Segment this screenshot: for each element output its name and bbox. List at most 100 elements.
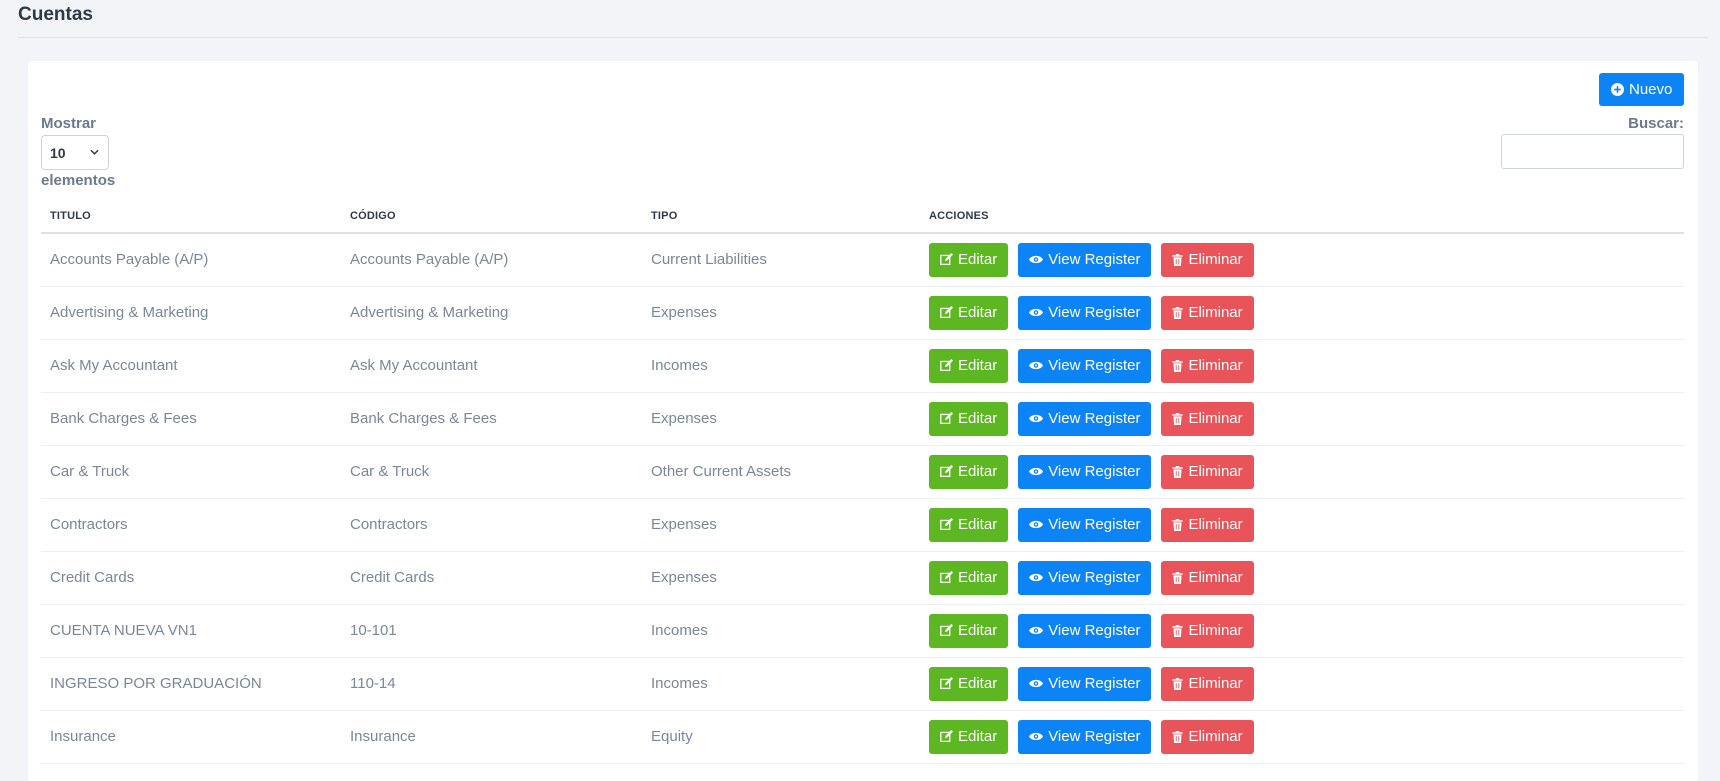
edit-icon	[940, 730, 953, 743]
delete-button[interactable]: Eliminar	[1161, 295, 1254, 330]
edit-button-label: Editar	[958, 728, 998, 745]
view-register-button[interactable]: View Register	[1018, 454, 1152, 489]
view-register-button-label: View Register	[1048, 304, 1141, 321]
length-suffix: elementos	[41, 172, 116, 189]
delete-button[interactable]: Eliminar	[1161, 666, 1254, 701]
delete-button[interactable]: Eliminar	[1161, 348, 1254, 383]
cell-type: Current Liabilities	[642, 233, 920, 287]
delete-button[interactable]: Eliminar	[1161, 242, 1254, 277]
view-register-button-label: View Register	[1048, 251, 1141, 269]
page-header: Cuentas	[18, 0, 1708, 38]
view-register-button[interactable]: View Register	[1018, 666, 1152, 701]
edit-button[interactable]: Editar	[929, 242, 1009, 277]
trash-icon	[1172, 306, 1184, 319]
edit-button[interactable]: Editar	[929, 719, 1009, 754]
edit-button[interactable]: Editar	[929, 348, 1009, 383]
edit-button[interactable]: Editar	[929, 613, 1009, 648]
table-row: Bank Charges & Fees Bank Charges & Fees …	[41, 392, 1684, 446]
table-body: Accounts Payable (A/P) Accounts Payable …	[41, 233, 1684, 764]
accounts-table: TITULO CÓDIGO TIPO ACCIONES Accounts Pay…	[41, 199, 1684, 764]
row-actions: Editar View Register Eliminar	[929, 348, 1684, 383]
trash-icon	[1172, 412, 1184, 425]
view-register-button[interactable]: View Register	[1018, 295, 1152, 330]
table-row: Contractors Contractors Expenses Editar …	[41, 498, 1684, 552]
edit-button-label: Editar	[958, 675, 998, 692]
new-button[interactable]: Nuevo	[1599, 73, 1685, 106]
edit-icon	[940, 253, 953, 266]
edit-button[interactable]: Editar	[929, 295, 1009, 330]
cell-type: Incomes	[642, 339, 920, 393]
cell-code: Insurance	[341, 710, 642, 764]
eye-icon	[1029, 626, 1044, 635]
delete-button-label: Eliminar	[1188, 516, 1243, 533]
edit-button-label: Editar	[958, 622, 998, 639]
row-actions: Editar View Register Eliminar	[929, 560, 1684, 595]
cell-title: Ask My Accountant	[41, 339, 341, 393]
delete-button[interactable]: Eliminar	[1161, 454, 1254, 489]
eye-icon	[1029, 361, 1044, 370]
cell-type: Incomes	[642, 604, 920, 658]
view-register-button[interactable]: View Register	[1018, 560, 1152, 595]
column-header-type[interactable]: TIPO	[642, 199, 920, 234]
cell-type: Other Current Assets	[642, 445, 920, 499]
cell-title: CUENTA NUEVA VN1	[41, 604, 341, 658]
trash-icon	[1172, 359, 1184, 372]
edit-icon	[940, 359, 953, 372]
edit-button[interactable]: Editar	[929, 666, 1009, 701]
cell-actions: Editar View Register Eliminar	[920, 604, 1684, 658]
cell-title: Car & Truck	[41, 445, 341, 499]
length-select-wrapper: 10	[41, 135, 109, 170]
trash-icon	[1172, 624, 1184, 637]
view-register-button[interactable]: View Register	[1018, 242, 1152, 277]
row-actions: Editar View Register Eliminar	[929, 507, 1684, 542]
delete-button[interactable]: Eliminar	[1161, 507, 1254, 542]
edit-icon	[940, 306, 953, 319]
edit-button-label: Editar	[958, 304, 998, 321]
view-register-button[interactable]: View Register	[1018, 348, 1152, 383]
cell-actions: Editar View Register Eliminar	[920, 551, 1684, 605]
column-header-title[interactable]: TITULO	[41, 199, 341, 234]
view-register-button-label: View Register	[1048, 410, 1141, 427]
edit-button-label: Editar	[958, 251, 998, 269]
edit-button[interactable]: Editar	[929, 454, 1009, 489]
edit-button[interactable]: Editar	[929, 560, 1009, 595]
cell-type: Expenses	[642, 286, 920, 340]
cell-actions: Editar View Register Eliminar	[920, 445, 1684, 499]
cell-title: Contractors	[41, 498, 341, 552]
eye-icon	[1029, 467, 1044, 476]
trash-icon	[1172, 518, 1184, 531]
view-register-button-label: View Register	[1048, 728, 1141, 745]
accounts-card: Nuevo Mostrar 10 elementos Buscar: TITUL…	[28, 61, 1698, 781]
cell-title: Bank Charges & Fees	[41, 392, 341, 446]
edit-icon	[940, 624, 953, 637]
length-label: Mostrar	[41, 115, 97, 132]
cell-title: Insurance	[41, 710, 341, 764]
view-register-button[interactable]: View Register	[1018, 401, 1152, 436]
view-register-button[interactable]: View Register	[1018, 719, 1152, 754]
edit-button[interactable]: Editar	[929, 507, 1009, 542]
column-header-actions: ACCIONES	[920, 199, 1684, 234]
edit-button[interactable]: Editar	[929, 401, 1009, 436]
cell-actions: Editar View Register Eliminar	[920, 392, 1684, 446]
view-register-button[interactable]: View Register	[1018, 613, 1152, 648]
table-row: Ask My Accountant Ask My Accountant Inco…	[41, 339, 1684, 393]
table-row: CUENTA NUEVA VN1 10-101 Incomes Editar V…	[41, 604, 1684, 658]
column-header-code[interactable]: CÓDIGO	[341, 199, 642, 234]
length-select[interactable]: 10	[42, 136, 108, 169]
delete-button-label: Eliminar	[1188, 569, 1243, 586]
cell-actions: Editar View Register Eliminar	[920, 233, 1684, 287]
cell-code: Accounts Payable (A/P)	[341, 233, 642, 287]
delete-button[interactable]: Eliminar	[1161, 401, 1254, 436]
cell-title: Accounts Payable (A/P)	[41, 233, 341, 287]
delete-button[interactable]: Eliminar	[1161, 719, 1254, 754]
delete-button-label: Eliminar	[1188, 463, 1243, 480]
delete-button[interactable]: Eliminar	[1161, 613, 1254, 648]
edit-button-label: Editar	[958, 357, 998, 374]
cell-code: Advertising & Marketing	[341, 286, 642, 340]
search-input[interactable]	[1501, 134, 1684, 169]
cell-type: Incomes	[642, 657, 920, 711]
view-register-button-label: View Register	[1048, 463, 1141, 480]
edit-button-label: Editar	[958, 569, 998, 586]
delete-button[interactable]: Eliminar	[1161, 560, 1254, 595]
view-register-button[interactable]: View Register	[1018, 507, 1152, 542]
